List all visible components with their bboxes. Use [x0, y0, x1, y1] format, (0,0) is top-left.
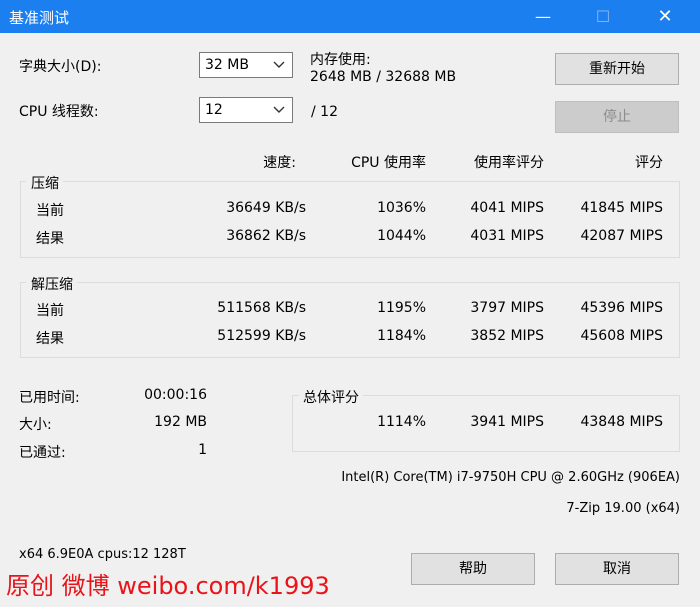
- speed-value: 36862 KB/s: [226, 228, 306, 244]
- chevron-down-icon: [273, 61, 285, 68]
- chevron-down-icon: [273, 106, 285, 113]
- usage-value: 1044%: [377, 228, 426, 244]
- usage-value: 1195%: [377, 300, 426, 316]
- dict-size-label: 字典大小(D):: [19, 59, 102, 75]
- row-label: 结果: [36, 231, 64, 247]
- maximize-button[interactable]: ☐: [580, 0, 626, 33]
- decompress-group: [20, 282, 680, 358]
- minimize-button[interactable]: —: [520, 0, 566, 33]
- dict-size-value: 32 MB: [205, 57, 249, 73]
- threads-label: CPU 线程数:: [19, 104, 99, 120]
- decompress-title: 解压缩: [26, 274, 77, 294]
- usage-rating-value: 3797 MIPS: [470, 300, 544, 316]
- dict-size-select[interactable]: 32 MB: [199, 52, 293, 78]
- watermark-text: 原创 微博 weibo.com/k1993: [6, 572, 330, 600]
- usage-rating-value: 3852 MIPS: [470, 328, 544, 344]
- memory-usage-value: 2648 MB / 32688 MB: [310, 69, 457, 85]
- total-rating-title: 总体评分: [299, 387, 363, 407]
- compress-title: 压缩: [26, 173, 63, 193]
- cancel-button[interactable]: 取消: [555, 553, 679, 585]
- restart-button[interactable]: 重新开始: [555, 53, 679, 85]
- rating-value: 45396 MIPS: [580, 300, 663, 316]
- col-speed: 速度:: [263, 155, 296, 171]
- rating-value: 41845 MIPS: [580, 200, 663, 216]
- usage-value: 1184%: [377, 328, 426, 344]
- stop-button[interactable]: 停止: [555, 101, 679, 133]
- row-label: 当前: [36, 203, 64, 219]
- size-value: 192 MB: [154, 414, 207, 430]
- window-title: 基准测试: [9, 9, 70, 27]
- speed-value: 36649 KB/s: [226, 200, 306, 216]
- usage-rating-value: 4031 MIPS: [470, 228, 544, 244]
- version-info: 7-Zip 19.00 (x64): [566, 501, 680, 516]
- col-rating: 评分: [635, 155, 663, 171]
- size-label: 大小:: [19, 417, 52, 433]
- title-bar: 基准测试 — ☐ ✕: [0, 0, 700, 33]
- cpu-info: Intel(R) Core(TM) i7-9750H CPU @ 2.60GHz…: [341, 470, 680, 485]
- threads-value: 12: [205, 102, 223, 118]
- help-button[interactable]: 帮助: [411, 553, 535, 585]
- passes-label: 已通过:: [19, 445, 66, 461]
- row-label: 结果: [36, 331, 64, 347]
- row-label: 当前: [36, 303, 64, 319]
- maximize-icon: ☐: [595, 7, 611, 26]
- close-button[interactable]: ✕: [642, 0, 688, 33]
- usage-value: 1036%: [377, 200, 426, 216]
- speed-value: 512599 KB/s: [217, 328, 306, 344]
- rating-value: 45608 MIPS: [580, 328, 663, 344]
- system-info: x64 6.9E0A cpus:12 128T: [19, 547, 186, 562]
- col-cpu-usage: CPU 使用率: [351, 155, 426, 171]
- total-usage-value: 1114%: [377, 414, 426, 430]
- speed-value: 511568 KB/s: [217, 300, 306, 316]
- usage-rating-value: 4041 MIPS: [470, 200, 544, 216]
- threads-select[interactable]: 12: [199, 97, 293, 123]
- minimize-icon: —: [535, 7, 551, 26]
- total-rating-value: 43848 MIPS: [580, 414, 663, 430]
- total-usage-rating-value: 3941 MIPS: [470, 414, 544, 430]
- memory-usage-label: 内存使用:: [310, 52, 371, 68]
- passes-value: 1: [198, 442, 207, 458]
- compress-group: [20, 181, 680, 258]
- col-usage-rating: 使用率评分: [474, 155, 544, 171]
- rating-value: 42087 MIPS: [580, 228, 663, 244]
- close-icon: ✕: [657, 6, 673, 27]
- threads-total: / 12: [311, 104, 338, 120]
- elapsed-label: 已用时间:: [19, 390, 80, 406]
- elapsed-value: 00:00:16: [144, 387, 207, 403]
